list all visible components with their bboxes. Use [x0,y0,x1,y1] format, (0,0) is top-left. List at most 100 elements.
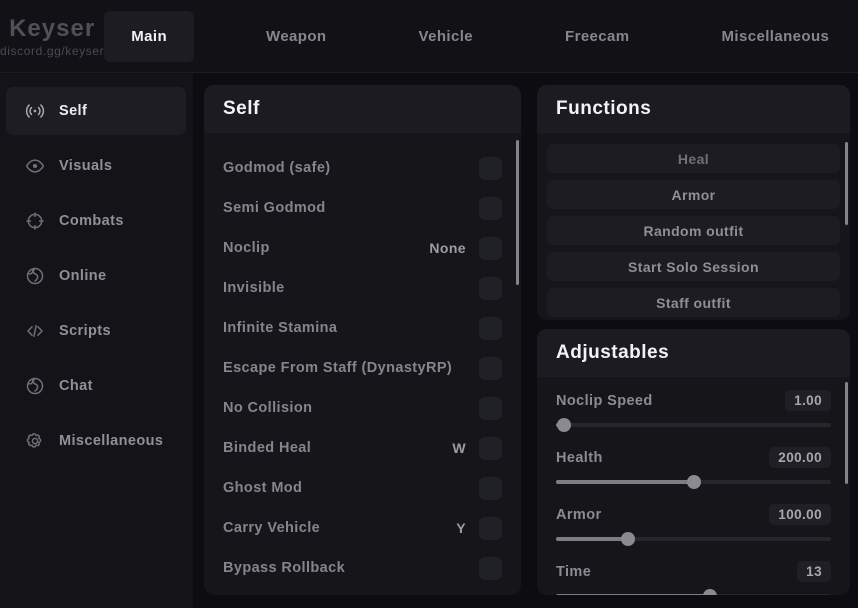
function-button[interactable]: Random outfit [547,216,840,245]
adjustable-label: Health [556,450,603,466]
option-checkbox[interactable] [479,197,502,220]
brand: Keyser discord.gg/keyser [0,15,104,58]
functions-panel: Functions Heal Armor Random outfit Start So… [537,85,850,320]
option-checkbox[interactable] [479,357,502,380]
slider-track [556,423,831,427]
slider-thumb[interactable] [557,418,571,432]
keybind-label: W [452,440,466,456]
sidebar-item-label: Visuals [59,158,112,174]
broadcast-icon [25,101,45,121]
eye-icon [25,156,45,176]
option-checkbox[interactable] [479,557,502,580]
option-label: Invisible [223,280,479,296]
sidebar-item[interactable]: Self [6,87,186,135]
slider-fill [556,480,694,484]
option-label: Noclip [223,240,429,256]
adjustable-slider[interactable] [556,475,831,489]
adjustable-group: Noclip Speed 1.00 [556,390,831,432]
sidebar-item-label: Scripts [59,323,111,339]
sidebar-item[interactable]: Chat [6,362,186,410]
option-checkbox[interactable] [479,277,502,300]
tab[interactable]: Vehicle [389,11,504,62]
adjustable-value: 13 [797,561,831,582]
keybind-label: Y [456,520,466,536]
adjustable-group: Health 200.00 [556,447,831,489]
option-row: Bypass Rollback [204,548,521,588]
main-tab-bar: Main Weapon Vehicle Freecam Miscellaneous [104,0,858,72]
slider-fill [556,537,628,541]
adjustable-slider[interactable] [556,589,831,595]
adjustable-label: Noclip Speed [556,393,653,409]
option-label: Godmod (safe) [223,160,479,176]
option-checkbox[interactable] [479,517,502,540]
self-panel-title: Self [204,85,521,133]
option-row: Semi Godmod [204,188,521,228]
tab[interactable]: Main [104,11,194,62]
adjustables-scrollbar[interactable] [845,382,848,484]
adjustable-slider[interactable] [556,418,831,432]
sidebar-item-label: Online [59,268,107,284]
functions-scrollbar[interactable] [845,142,848,225]
function-button[interactable]: Start Solo Session [547,252,840,281]
option-checkbox[interactable] [479,477,502,500]
option-label: Ghost Mod [223,480,479,496]
option-row: Escape From Staff (DynastyRP) [204,348,521,388]
sidebar: Self Visuals Combats Online Scripts Chat… [0,74,193,608]
sidebar-item[interactable]: Combats [6,197,186,245]
adjustable-label: Armor [556,507,602,523]
option-label: No Collision [223,400,479,416]
sidebar-item[interactable]: Visuals [6,142,186,190]
code-icon [25,321,45,341]
sidebar-item[interactable]: Online [6,252,186,300]
option-checkbox[interactable] [479,237,502,260]
function-button[interactable]: Heal [547,144,840,173]
function-button[interactable]: Armor [547,180,840,209]
discord-link: discord.gg/keyser [0,44,104,58]
slider-fill [556,594,710,595]
slider-thumb[interactable] [687,475,701,489]
adjustable-slider[interactable] [556,532,831,546]
option-label: Escape From Staff (DynastyRP) [223,360,479,376]
option-label: Semi Godmod [223,200,479,216]
self-scrollbar[interactable] [516,140,519,285]
option-row: Carry Vehicle Y [204,508,521,548]
option-label: Carry Vehicle [223,520,456,536]
option-row: Infinite Stamina [204,308,521,348]
option-row: Binded Heal W [204,428,521,468]
globe-icon [25,376,45,396]
top-header: Keyser discord.gg/keyser Main Weapon Vehic… [0,0,858,73]
sidebar-item[interactable]: Miscellaneous [6,417,186,465]
option-label: Infinite Stamina [223,320,479,336]
option-label: Bypass Rollback [223,560,479,576]
tab[interactable]: Freecam [535,11,660,62]
function-button-list: Heal Armor Random outfit Start Solo Session… [537,133,850,317]
crosshair-icon [25,211,45,231]
tab[interactable]: Miscellaneous [692,11,858,62]
option-label: Binded Heal [223,440,452,456]
keyser-mod-menu: Keyser discord.gg/keyser Main Weapon Vehic… [0,0,858,608]
adjustable-group: Armor 100.00 [556,504,831,546]
functions-panel-title: Functions [537,85,850,133]
option-row: Ghost Mod [204,468,521,508]
adjustable-slider-list: Noclip Speed 1.00 Health 200.00 [537,377,850,595]
slider-thumb[interactable] [703,589,717,595]
sidebar-item-label: Self [59,103,87,119]
option-row: No Collision [204,388,521,428]
slider-thumb[interactable] [621,532,635,546]
option-checkbox[interactable] [479,437,502,460]
function-button[interactable]: Staff outfit [547,288,840,317]
tab[interactable]: Weapon [236,11,356,62]
adjustables-panel-title: Adjustables [537,329,850,377]
option-row: Invisible [204,268,521,308]
option-checkbox[interactable] [479,157,502,180]
sidebar-item[interactable]: Scripts [6,307,186,355]
gear-icon [25,431,45,451]
option-checkbox[interactable] [479,397,502,420]
adjustable-value: 200.00 [769,447,831,468]
sidebar-item-label: Combats [59,213,124,229]
globe-icon [25,266,45,286]
option-checkbox[interactable] [479,317,502,340]
option-row: Noclip None [204,228,521,268]
adjustable-value: 100.00 [769,504,831,525]
option-row: Godmod (safe) [204,148,521,188]
